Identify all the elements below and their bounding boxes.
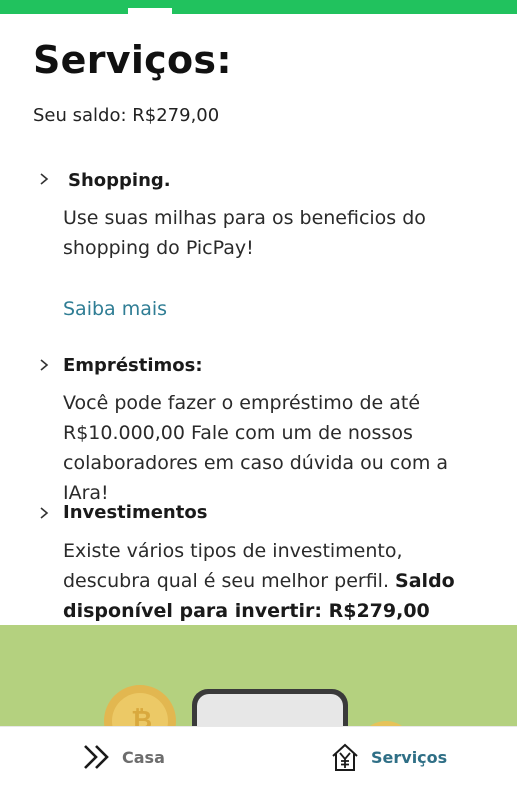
section-title-investimentos[interactable]: Investimentos <box>63 502 207 523</box>
saiba-mais-link[interactable]: Saiba mais <box>63 298 167 320</box>
svg-text:₿: ₿ <box>131 706 152 726</box>
nav-casa-label: Casa <box>122 747 165 767</box>
section-body-emprestimos: Você pode fazer o empréstimo de até R$10… <box>63 392 449 504</box>
top-app-bar <box>0 0 517 14</box>
page-title: Serviços: <box>33 38 232 82</box>
section-body-shopping: Use suas milhas para os beneficios do sh… <box>63 207 426 259</box>
yen-house-icon <box>332 743 358 771</box>
section-title-emprestimos[interactable]: Empréstimos: <box>63 355 203 376</box>
balance-text: Seu saldo: R$279,00 <box>33 105 220 126</box>
chevron-right-icon[interactable] <box>36 505 52 521</box>
chevron-right-icon[interactable] <box>36 357 52 373</box>
nav-casa[interactable]: Casa <box>82 727 165 787</box>
nav-servicos-label: Serviços <box>371 747 448 767</box>
promo-banner: ₿ <box>0 625 517 726</box>
chevron-right-icon[interactable] <box>36 171 52 187</box>
top-tab-indicator <box>128 8 172 14</box>
section-body-text: Existe vários tipos de investimento, des… <box>63 540 403 592</box>
bottom-navigation: Casa Serviços <box>0 726 517 787</box>
section-title-shopping[interactable]: Shopping. <box>68 170 171 191</box>
coins-phone-illustration: ₿ <box>104 685 402 726</box>
section-body-investimentos: Existe vários tipos de investimento, des… <box>63 536 483 626</box>
nav-servicos[interactable]: Serviços <box>331 727 447 787</box>
double-chevron-right-icon <box>84 745 109 769</box>
